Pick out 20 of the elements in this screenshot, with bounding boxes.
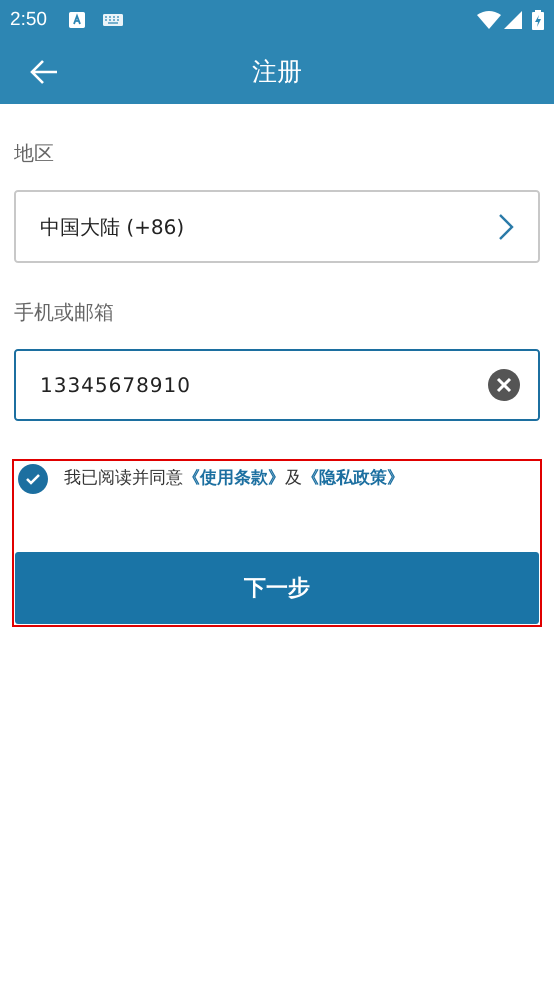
- wifi-icon: [477, 11, 501, 29]
- check-icon: [25, 473, 41, 485]
- region-selector[interactable]: 中国大陆 (+86): [14, 190, 540, 263]
- next-button[interactable]: 下一步: [15, 552, 539, 624]
- chevron-right-icon: [498, 212, 514, 240]
- signal-icon: [504, 11, 522, 29]
- back-arrow-icon[interactable]: [30, 59, 58, 85]
- font-app-icon: [68, 12, 85, 28]
- agreement-text: 我已阅读并同意《使用条款》及《隐私政策》: [64, 467, 404, 490]
- policy-link[interactable]: 《隐私政策》: [302, 468, 404, 488]
- account-input-field[interactable]: 13345678910: [14, 349, 540, 421]
- battery-icon: [532, 10, 544, 30]
- keyboard-icon: [102, 14, 123, 26]
- region-label: 地区: [14, 140, 55, 167]
- agreement-checkbox[interactable]: [18, 464, 48, 494]
- clear-icon[interactable]: [488, 369, 520, 401]
- account-label: 手机或邮箱: [14, 299, 115, 326]
- status-time: 2:50: [10, 8, 47, 32]
- page-title: 注册: [252, 56, 302, 88]
- policy-link[interactable]: 《使用条款》: [183, 468, 285, 488]
